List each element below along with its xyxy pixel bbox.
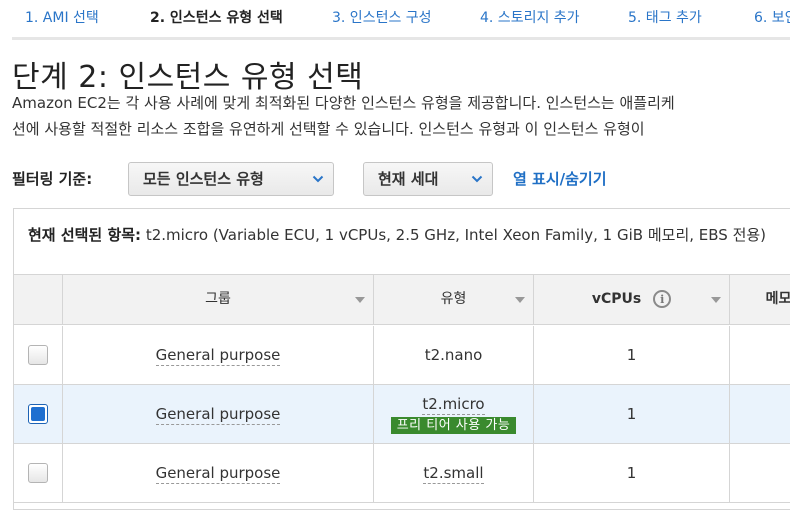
sort-icon[interactable] xyxy=(355,275,365,324)
current-selection: 현재 선택된 항목: t2.micro (Variable ECU, 1 vCP… xyxy=(28,224,766,245)
sort-icon[interactable] xyxy=(711,275,721,324)
sort-icon[interactable] xyxy=(515,275,525,324)
instance-family-select[interactable]: 모든 인스턴스 유형 xyxy=(128,162,334,196)
vcpus-value: 1 xyxy=(626,464,637,482)
column-header-group[interactable]: 그룹 xyxy=(63,275,374,324)
table-row[interactable]: General purpose t2.nano 1 xyxy=(14,326,790,385)
group-cell: General purpose xyxy=(63,444,374,502)
vcpus-value: 1 xyxy=(626,346,637,364)
description-line: 션에 사용할 적절한 리소스 조합을 유연하게 선택할 수 있습니다. 인스턴스… xyxy=(12,120,645,138)
step-add-tags[interactable]: 5. 태그 추가 xyxy=(616,0,754,40)
table-row[interactable]: General purpose t2.micro 프리 티어 사용 가능 1 xyxy=(14,385,790,444)
column-header-vcpus[interactable]: vCPUs i xyxy=(534,275,730,324)
group-value: General purpose xyxy=(155,345,281,366)
wizard-steps: 1. AMI 선택 2. 인스턴스 유형 선택 3. 인스턴스 구성 4. 스토… xyxy=(0,0,790,40)
row-checkbox[interactable] xyxy=(28,463,48,483)
column-header-memory[interactable]: 메모리 xyxy=(730,275,790,324)
type-cell: t2.small xyxy=(374,444,534,502)
group-value: General purpose xyxy=(155,404,281,425)
type-cell: t2.micro 프리 티어 사용 가능 xyxy=(374,385,534,443)
step-choose-instance-type[interactable]: 2. 인스턴스 유형 선택 xyxy=(138,0,320,40)
info-icon[interactable]: i xyxy=(653,290,672,308)
vcpus-cell: 1 xyxy=(534,326,730,384)
chevron-down-icon xyxy=(470,163,484,195)
step-security-group[interactable]: 6. 보안 xyxy=(754,0,790,40)
step-add-storage[interactable]: 4. 스토리지 추가 xyxy=(468,0,616,40)
instance-family-select-value: 모든 인스턴스 유형 xyxy=(143,170,264,188)
generation-select[interactable]: 현재 세대 xyxy=(363,162,493,196)
column-header-label: vCPUs xyxy=(591,291,642,307)
vcpus-cell: 1 xyxy=(534,385,730,443)
generation-select-value: 현재 세대 xyxy=(378,170,439,188)
current-selection-label: 현재 선택된 항목: xyxy=(28,226,142,244)
row-select-cell xyxy=(14,326,63,384)
column-header-type[interactable]: 유형 xyxy=(374,275,534,324)
memory-cell xyxy=(730,444,790,502)
show-hide-columns-link[interactable]: 열 표시/숨기기 xyxy=(513,168,607,189)
step-choose-ami[interactable]: 1. AMI 선택 xyxy=(12,0,139,40)
column-header-select xyxy=(14,275,63,324)
column-header-label: 메모리 xyxy=(765,291,790,307)
group-cell: General purpose xyxy=(63,385,374,443)
vcpus-cell: 1 xyxy=(534,444,730,502)
vcpus-value: 1 xyxy=(626,405,637,423)
filter-label: 필터링 기준: xyxy=(12,170,93,188)
current-selection-value: t2.micro (Variable ECU, 1 vCPUs, 2.5 GHz… xyxy=(145,226,767,244)
group-value: General purpose xyxy=(155,463,281,484)
column-header-label: 그룹 xyxy=(205,291,231,307)
type-value: t2.small xyxy=(423,463,484,484)
row-checkbox[interactable] xyxy=(28,404,48,424)
instance-types-panel: 현재 선택된 항목: t2.micro (Variable ECU, 1 vCP… xyxy=(13,208,790,510)
row-checkbox[interactable] xyxy=(28,345,48,365)
checkbox-checked-mark xyxy=(31,407,45,421)
page-description: Amazon EC2는 각 사용 사례에 맞게 최적화된 다양한 인스턴스 유형… xyxy=(12,90,790,142)
memory-cell xyxy=(730,326,790,384)
table-header: 그룹 유형 vCPUsi 메모리 xyxy=(14,274,790,325)
row-select-cell xyxy=(14,444,63,502)
free-tier-badge: 프리 티어 사용 가능 xyxy=(390,417,517,434)
group-cell: General purpose xyxy=(63,326,374,384)
memory-cell xyxy=(730,385,790,443)
chevron-down-icon xyxy=(311,163,325,195)
table-row[interactable]: General purpose t2.small 1 xyxy=(14,444,790,503)
column-header-label: 유형 xyxy=(440,291,467,307)
type-cell: t2.nano xyxy=(374,326,534,384)
type-value: t2.nano xyxy=(424,346,483,364)
description-line: Amazon EC2는 각 사용 사례에 맞게 최적화된 다양한 인스턴스 유형… xyxy=(12,94,675,112)
step-configure-instance[interactable]: 3. 인스턴스 구성 xyxy=(320,0,468,40)
row-select-cell xyxy=(14,385,63,443)
type-value: t2.micro xyxy=(422,395,485,415)
